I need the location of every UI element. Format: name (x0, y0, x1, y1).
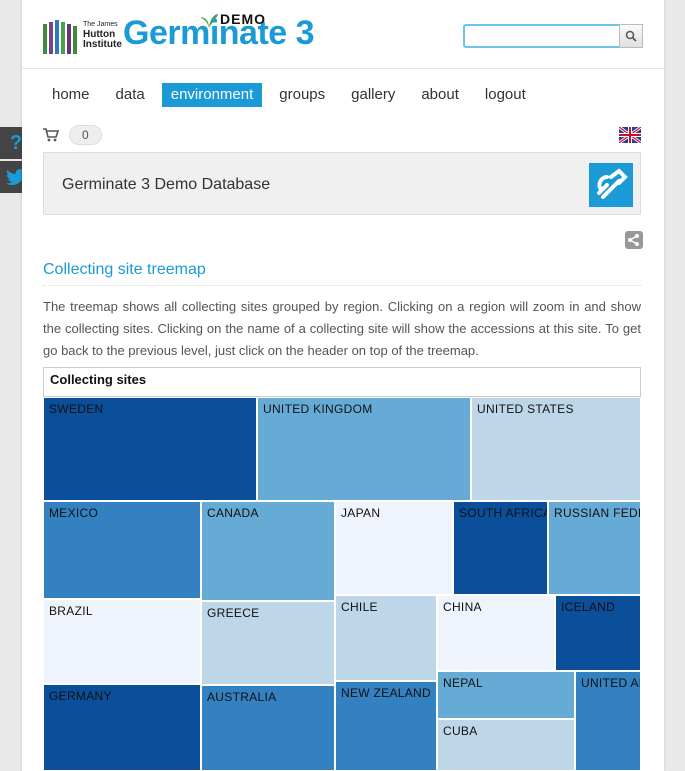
treemap-cell-cuba[interactable]: CUBA (437, 719, 575, 771)
cart-icon (43, 128, 59, 142)
treemap-cell-greece[interactable]: GREECE (201, 601, 335, 685)
header: The James Hutton Institute Germinate 3 D… (22, 0, 664, 69)
treemap-cell-label: RUSSIAN FEDE (554, 506, 641, 520)
treemap-cell-label: BRAZIL (49, 604, 93, 618)
treemap-cell-russian-federation[interactable]: RUSSIAN FEDE (548, 501, 641, 595)
treemap-cell-new-zealand[interactable]: NEW ZEALAND (335, 681, 437, 771)
treemap-cell-label: NEW ZEALAND (341, 686, 431, 700)
treemap-header[interactable]: Collecting sites (43, 367, 641, 397)
page: The James Hutton Institute Germinate 3 D… (22, 0, 664, 771)
nav-environment[interactable]: environment (161, 83, 263, 107)
search-button[interactable] (619, 24, 643, 48)
treemap-cell-label: MEXICO (49, 506, 99, 520)
question-icon: ? (9, 131, 23, 154)
treemap-cell-label: CHINA (443, 600, 482, 614)
treemap-cell-iceland[interactable]: ICELAND (555, 595, 641, 671)
section-description: The treemap shows all collecting sites g… (43, 299, 641, 358)
treemap-cell-label: UNITED KINGDOM (263, 402, 373, 416)
nav-data[interactable]: data (107, 83, 154, 107)
main-nav: home data environment groups gallery abo… (43, 83, 543, 107)
treemap-cell-label: NEPAL (443, 676, 483, 690)
treemap-cell-united-kingdom[interactable]: UNITED KINGDOM (257, 397, 471, 501)
treemap-cell-united-arab-emirates[interactable]: UNITED AR (575, 671, 641, 771)
nav-groups[interactable]: groups (270, 83, 334, 107)
app-version: 3 (295, 14, 315, 52)
database-title: Germinate 3 Demo Database (62, 176, 271, 193)
treemap-cell-label: UNITED STATES (477, 402, 574, 416)
demo-tag: DEMO (220, 11, 266, 27)
treemap-cell-brazil[interactable]: BRAZIL (43, 599, 201, 684)
treemap-cell-chile[interactable]: CHILE (335, 595, 437, 681)
cart[interactable]: 0 (43, 125, 102, 145)
database-banner: Germinate 3 Demo Database (43, 152, 641, 215)
uk-flag-icon[interactable] (619, 127, 641, 143)
germinate-db-icon[interactable] (589, 163, 633, 207)
treemap-header-label: Collecting sites (50, 372, 147, 387)
treemap-cell-label: CUBA (443, 724, 478, 738)
treemap-cell-china[interactable]: CHINA (437, 595, 555, 671)
hutton-line3: Institute (83, 39, 122, 50)
treemap-cell-label: GERMANY (49, 689, 112, 703)
app-title[interactable]: Germinate 3 (123, 14, 315, 53)
treemap-cell-japan[interactable]: JAPAN (335, 501, 453, 595)
treemap-cell-label: ICELAND (561, 600, 616, 614)
hutton-logo[interactable]: The James Hutton Institute (43, 17, 122, 55)
treemap-cell-label: GREECE (207, 606, 260, 620)
nav-gallery[interactable]: gallery (342, 83, 404, 107)
share-button[interactable] (625, 231, 643, 249)
treemap-cell-canada[interactable]: CANADA (201, 501, 335, 601)
nav-home[interactable]: home (43, 83, 99, 107)
treemap-cell-australia[interactable]: AUSTRALIA (201, 685, 335, 771)
treemap-cell-germany[interactable]: GERMANY (43, 684, 201, 771)
section-title: Collecting site treemap (43, 261, 641, 286)
nav-logout[interactable]: logout (476, 83, 535, 107)
nav-about[interactable]: about (412, 83, 468, 107)
share-icon (628, 234, 639, 246)
treemap-cell-sweden[interactable]: SWEDEN (43, 397, 257, 501)
hutton-bars-icon (43, 20, 77, 54)
treemap-cell-united-states[interactable]: UNITED STATES (471, 397, 641, 501)
treemap-cell-nepal[interactable]: NEPAL (437, 671, 575, 719)
treemap: SWEDEN UNITED KINGDOM UNITED STATES MEXI… (43, 397, 641, 771)
treemap-cell-label: AUSTRALIA (207, 690, 277, 704)
search-input[interactable] (463, 24, 640, 48)
treemap-cell-label: SOUTH AFRICA (459, 506, 548, 520)
cart-count-badge: 0 (69, 125, 102, 145)
treemap-cell-label: SWEDEN (49, 402, 104, 416)
treemap-cell-south-africa[interactable]: SOUTH AFRICA (453, 501, 548, 595)
treemap-cell-label: UNITED AR (581, 676, 640, 690)
treemap-cell-label: CHILE (341, 600, 378, 614)
treemap-cell-label: CANADA (207, 506, 259, 520)
treemap-cell-label: JAPAN (341, 506, 381, 520)
search-icon (625, 30, 637, 42)
treemap-cell-mexico[interactable]: MEXICO (43, 501, 201, 599)
